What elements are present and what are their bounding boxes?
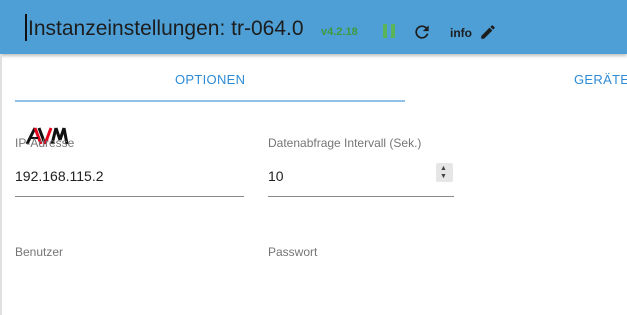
password-label: Passwort — [268, 245, 318, 259]
version-badge: v4.2.18 — [321, 26, 358, 38]
left-border — [0, 54, 2, 315]
ip-address-label: IP-Adresse — [15, 136, 75, 150]
interval-stepper[interactable]: ▲ ▼ — [436, 163, 453, 182]
username-label: Benutzer — [15, 245, 64, 259]
dialog-content: OPTIONEN GERÄTE — [0, 54, 627, 315]
interval-input[interactable]: 10 — [268, 168, 284, 184]
dialog-title: Instanzeinstellungen: tr-064.0 — [28, 17, 304, 40]
info-button[interactable]: info — [450, 26, 472, 40]
text-caret — [25, 14, 27, 41]
refresh-icon[interactable] — [412, 22, 432, 42]
chevron-up-icon[interactable]: ▲ — [440, 165, 447, 173]
chevron-down-icon[interactable]: ▼ — [440, 173, 447, 181]
tab-geraete[interactable]: GERÄTE — [574, 72, 627, 87]
active-tab-indicator — [15, 100, 405, 102]
interval-label: Datenabfrage Intervall (Sek.) — [268, 136, 422, 150]
edit-icon[interactable] — [479, 23, 497, 41]
ip-address-underline — [15, 196, 244, 197]
interval-underline — [268, 196, 454, 197]
ip-address-input[interactable]: 192.168.115.2 — [15, 168, 104, 184]
pause-icon[interactable] — [383, 24, 395, 38]
dialog-header: Instanzeinstellungen: tr-064.0 v4.2.18 i… — [0, 0, 627, 54]
tab-optionen[interactable]: OPTIONEN — [175, 72, 245, 87]
